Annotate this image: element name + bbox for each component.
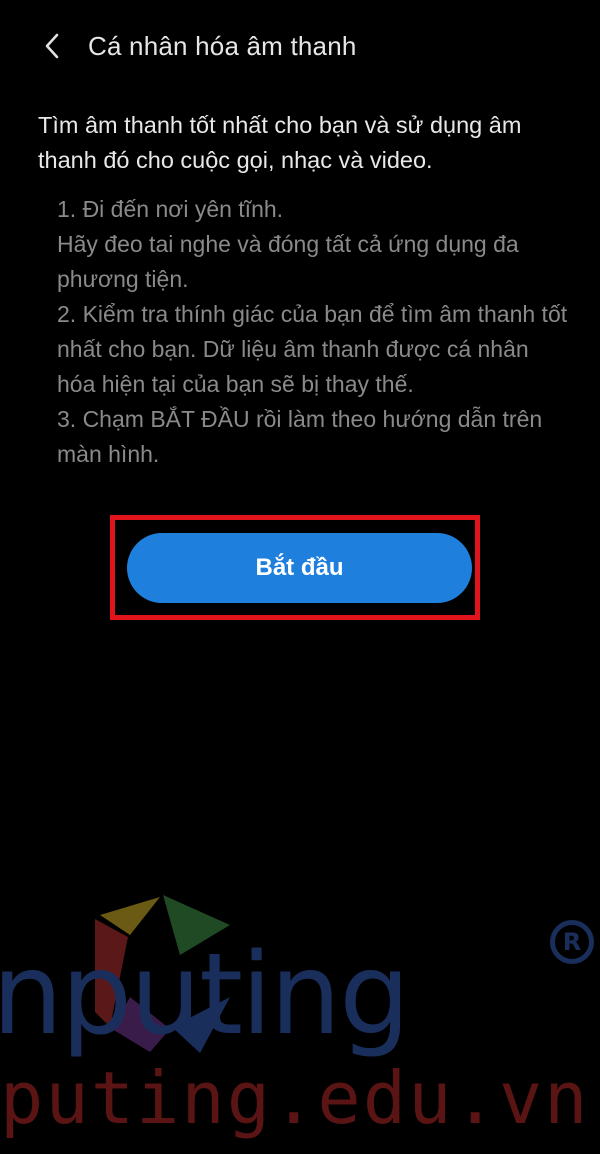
start-button[interactable]: Bắt đầu xyxy=(127,533,472,603)
intro-description: Tìm âm thanh tốt nhất cho bạn và sử dụng… xyxy=(38,112,522,173)
page-title: Cá nhân hóa âm thanh xyxy=(88,31,357,61)
back-button[interactable] xyxy=(30,24,74,68)
registered-mark: R xyxy=(550,920,594,964)
app-header: Cá nhân hóa âm thanh xyxy=(0,0,600,92)
watermark-text-brand: nputing xyxy=(0,930,410,1060)
instruction-steps: 1. Đi đến nơi yên tĩnh. Hãy đeo tai nghe… xyxy=(57,192,572,472)
step-2: 2. Kiểm tra thính giác của bạn để tìm âm… xyxy=(57,301,568,397)
step-3: 3. Chạm BẮT ĐẦU rồi làm theo hướng dẫn t… xyxy=(57,406,543,467)
start-button-label: Bắt đầu xyxy=(255,554,344,581)
step-1-detail: Hãy đeo tai nghe và đóng tất cả ứng dụng… xyxy=(57,231,519,292)
watermark-text-domain: puting.edu.vn xyxy=(0,1056,590,1140)
chevron-left-icon xyxy=(45,33,59,59)
step-1: 1. Đi đến nơi yên tĩnh. xyxy=(57,196,284,222)
